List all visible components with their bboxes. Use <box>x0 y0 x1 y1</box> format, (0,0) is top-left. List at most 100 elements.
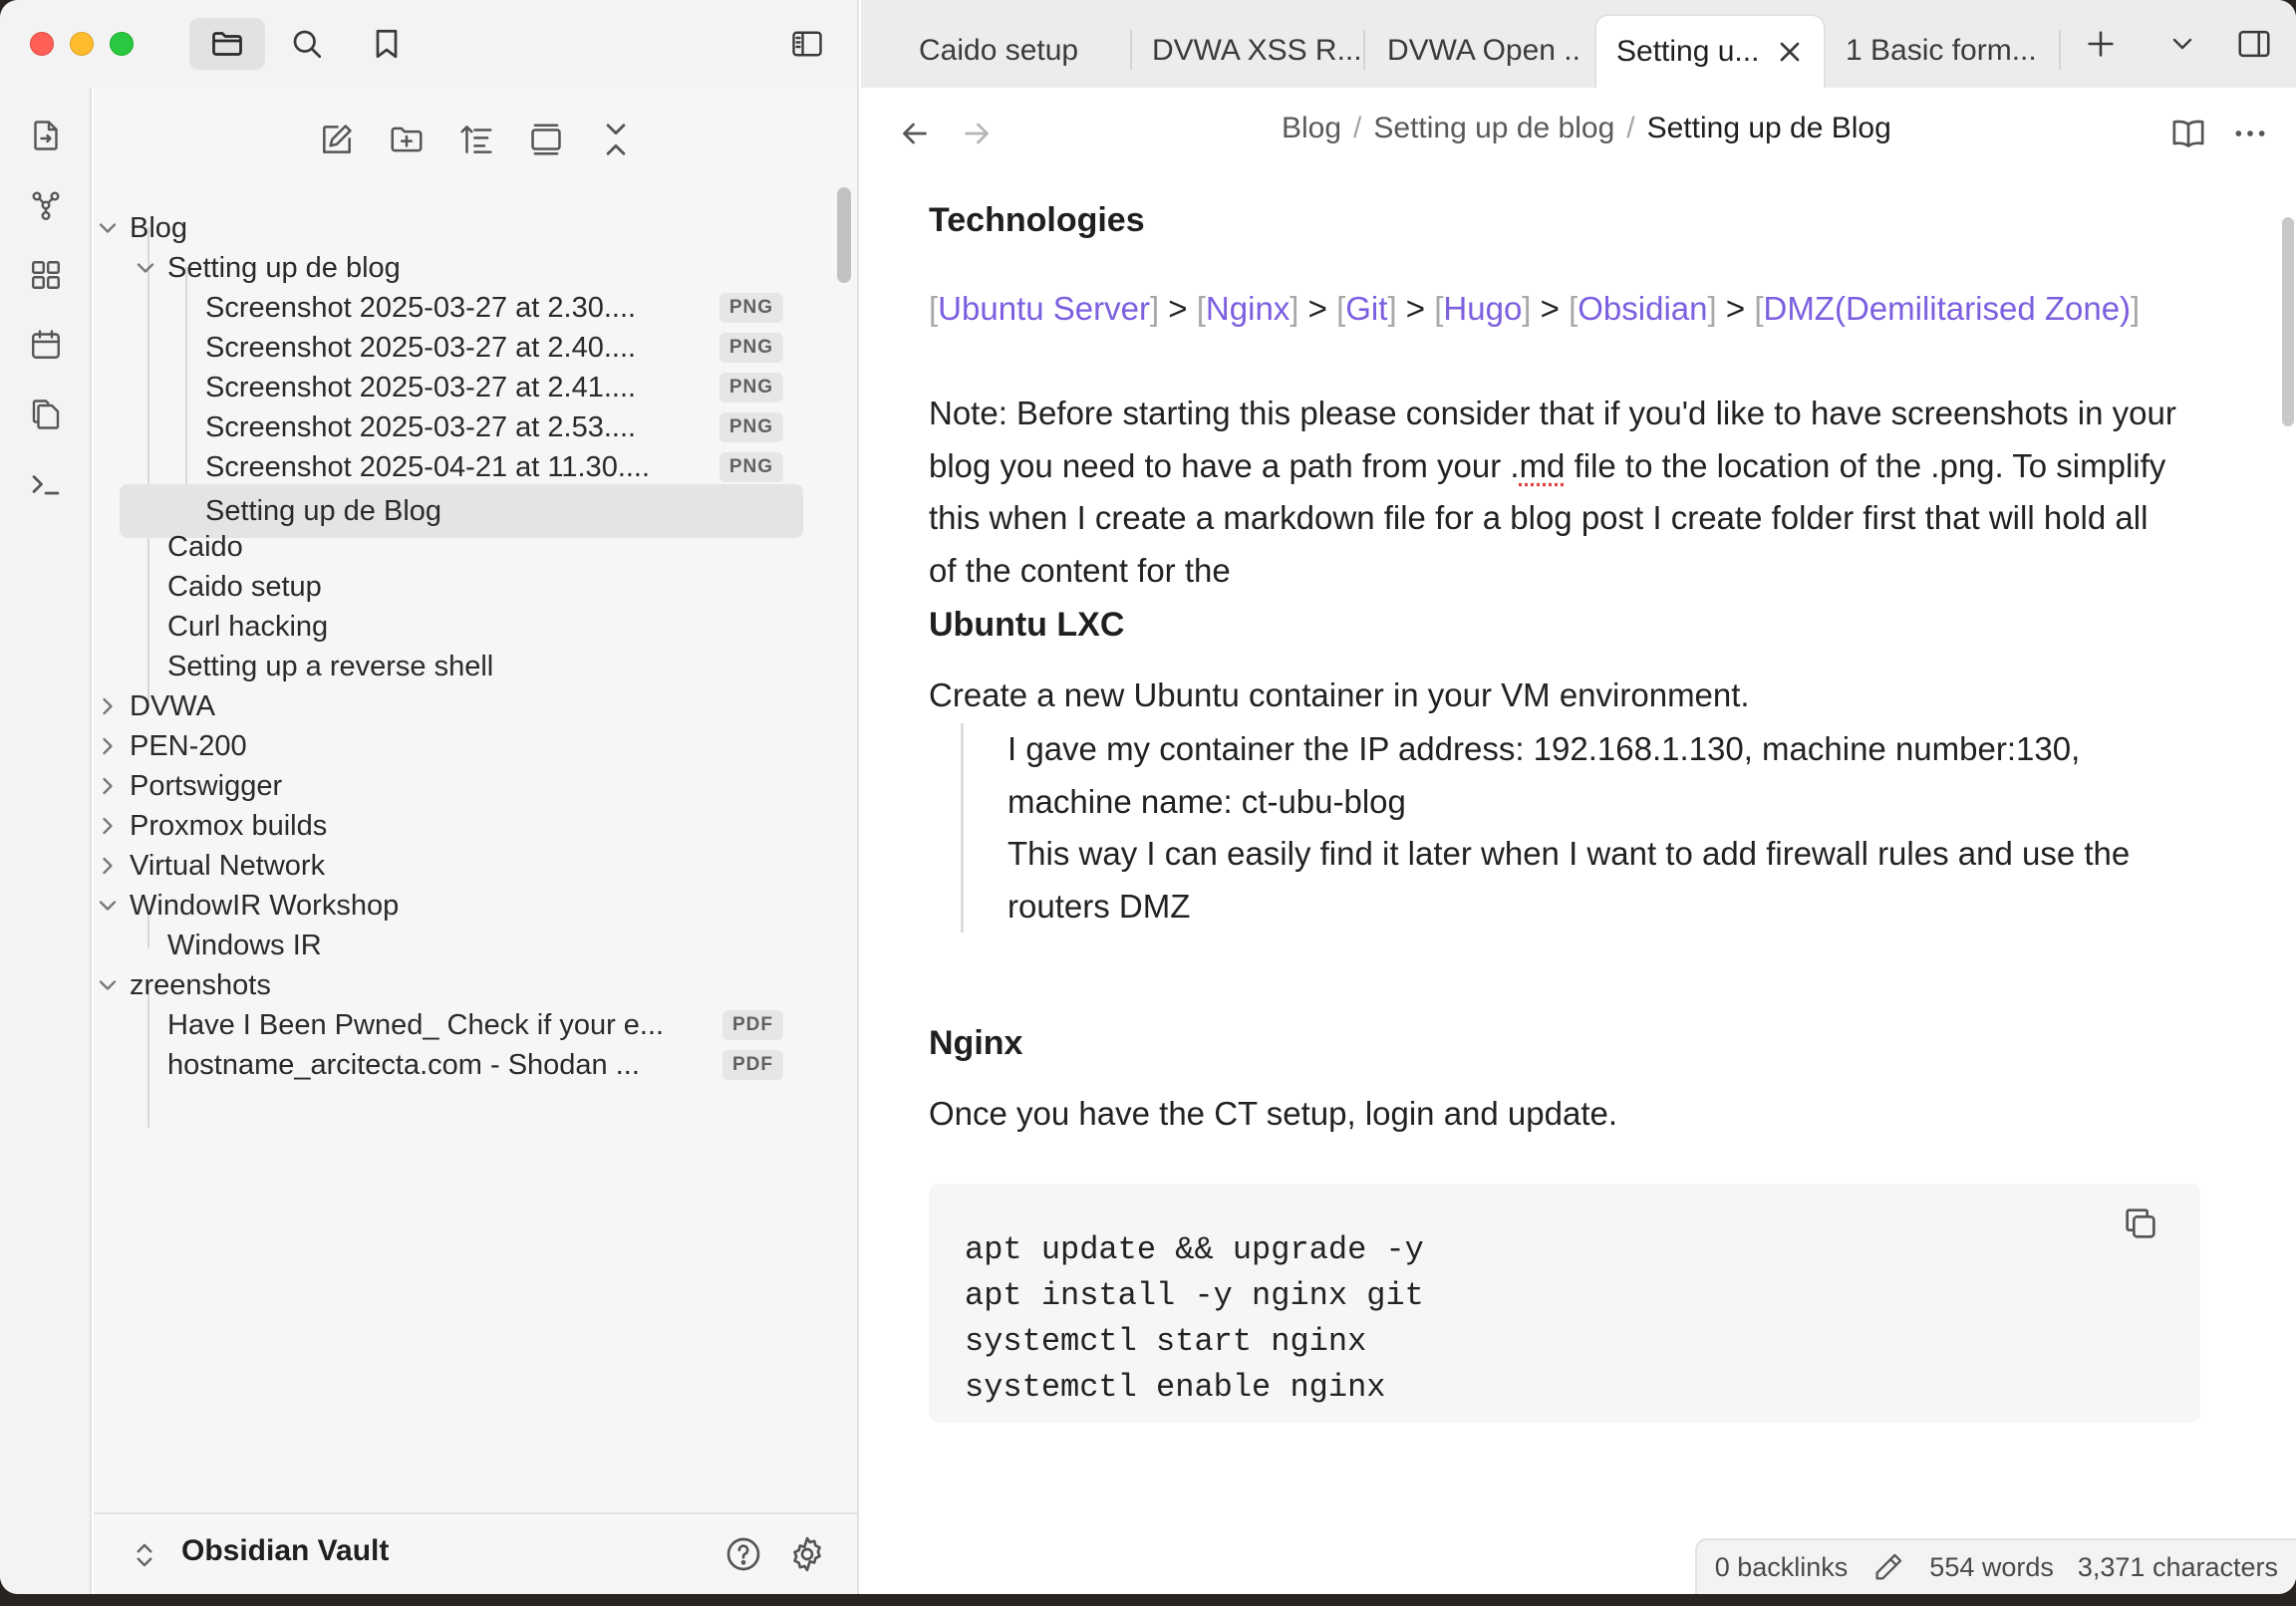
command-palette-button[interactable] <box>24 462 68 506</box>
folder-plus-icon <box>391 127 423 152</box>
editor-scrollbar[interactable] <box>2282 217 2294 426</box>
nginx-paragraph: Once you have the CT setup, login and up… <box>929 1095 1618 1132</box>
zoom-window-button[interactable] <box>110 32 134 56</box>
arrow-separator: > <box>1307 290 1327 327</box>
tab-dvwa-open[interactable]: DVWA Open ... <box>1365 14 1582 88</box>
link-nginx[interactable]: Nginx <box>1206 290 1290 327</box>
link-hugo[interactable]: Hugo <box>1443 290 1522 327</box>
vault-switcher[interactable]: Obsidian Vault <box>94 1512 857 1594</box>
arrow-separator: > <box>1168 290 1188 327</box>
chevron-right-icon <box>103 737 113 755</box>
chevron-right-icon <box>103 777 113 795</box>
search-view-button[interactable] <box>269 18 345 70</box>
templates-button[interactable] <box>24 393 68 436</box>
tab-list-button[interactable] <box>2160 22 2204 66</box>
tree-item-label: hostname_arcitecta.com - Shodan ... <box>167 1048 640 1081</box>
collapse-all-button[interactable] <box>588 112 644 167</box>
link-dmz[interactable]: DMZ(Demilitarised Zone) <box>1763 290 2131 327</box>
link-bracket: [ <box>1196 290 1206 327</box>
forward-arrow-icon[interactable] <box>959 116 995 151</box>
breadcrumb: Blog / Setting up de blog / Setting up d… <box>1282 112 1891 145</box>
backlinks-count[interactable]: 0 backlinks <box>1715 1552 1849 1583</box>
sort-order-button[interactable] <box>448 112 504 167</box>
folder-icon <box>212 32 242 56</box>
link-bracket: ] <box>1707 290 1717 327</box>
tree-file-shodan[interactable]: hostname_arcitecta.com - Shodan ... PDF <box>94 1036 831 1094</box>
tab-caido-setup[interactable]: Caido setup <box>861 14 1130 88</box>
right-sidebar-toggle-button[interactable] <box>2232 22 2276 66</box>
reading-view-icon[interactable] <box>2168 114 2208 153</box>
plus-icon <box>2088 31 2114 57</box>
breadcrumb-current[interactable]: Setting up de Blog <box>1647 112 1891 145</box>
back-arrow-icon[interactable] <box>897 116 933 151</box>
new-folder-button[interactable] <box>379 112 434 167</box>
code-line: systemctl start nginx <box>965 1323 1367 1360</box>
minimize-window-button[interactable] <box>70 32 94 56</box>
character-count: 3,371 characters <box>2077 1551 2278 1582</box>
close-window-button[interactable] <box>30 32 54 56</box>
file-type-badge: PNG <box>718 452 783 482</box>
new-tab-button[interactable] <box>2079 22 2123 66</box>
chevron-right-icon <box>103 857 113 875</box>
tab-dvwa-xss[interactable]: DVWA XSS R... <box>1132 14 1363 88</box>
gear-icon[interactable] <box>787 1534 827 1574</box>
chevron-down-icon <box>99 223 117 233</box>
terminal-icon <box>32 475 60 495</box>
tab-setting-up-blog[interactable]: Setting u... <box>1594 14 1826 88</box>
bookmark-icon <box>376 29 398 59</box>
calendar-icon <box>32 330 60 359</box>
tab-basic-form[interactable]: 1 Basic form... <box>1830 14 2043 88</box>
link-obsidian[interactable]: Obsidian <box>1578 290 1707 327</box>
sidebar-header <box>0 0 859 88</box>
code-line: apt update && upgrade -y <box>965 1231 1424 1268</box>
link-git[interactable]: Git <box>1345 290 1387 327</box>
file-tree: Blog Setting up de blog Screenshot 2025-… <box>94 187 831 1492</box>
pencil-icon[interactable] <box>1871 1550 1905 1584</box>
files-view-button[interactable] <box>189 18 265 70</box>
reveal-icon <box>531 124 561 155</box>
status-bar: 0 backlinks 554 words 3,371 characters <box>1694 1538 2296 1594</box>
heading-ubuntu-lxc: Ubuntu LXC <box>929 606 1125 644</box>
link-bracket: ] <box>1387 290 1397 327</box>
code-block[interactable]: apt update && upgrade -y apt install -y n… <box>929 1184 2200 1423</box>
link-ubuntu-server[interactable]: Ubuntu Server <box>938 290 1150 327</box>
blockquote: I gave my container the IP address: 192.… <box>961 723 2156 933</box>
spellcheck-word[interactable]: md <box>1520 447 1566 484</box>
obsidian-window: Caido setup DVWA XSS R... DVWA Open ... … <box>0 0 2296 1594</box>
auto-reveal-button[interactable] <box>518 112 574 167</box>
quote-line: This way I can easily find it later when… <box>1007 835 2131 925</box>
arrow-separator: > <box>1725 290 1746 327</box>
canvas-icon <box>32 261 60 289</box>
sidebar-scrollbar[interactable] <box>837 187 851 283</box>
copy-icon[interactable] <box>2121 1204 2160 1243</box>
link-bracket: [ <box>929 290 939 327</box>
canvas-button[interactable] <box>24 253 68 297</box>
collapse-sidebar-button[interactable] <box>769 18 845 70</box>
code-line: systemctl enable nginx <box>965 1369 1386 1406</box>
search-icon <box>293 30 322 59</box>
breadcrumb-item[interactable]: Setting up de blog <box>1373 112 1614 145</box>
close-tab-icon[interactable] <box>1774 36 1806 68</box>
chevron-down-icon <box>137 263 154 273</box>
chevron-right-icon <box>103 817 113 835</box>
link-bracket: ] <box>2131 290 2141 327</box>
editor-pane: Blog / Setting up de blog / Setting up d… <box>861 88 2296 1594</box>
chevron-down-icon <box>99 980 117 990</box>
quick-switcher-button[interactable] <box>24 114 68 157</box>
breadcrumb-item[interactable]: Blog <box>1282 112 1341 145</box>
chevron-up-down-icon <box>137 1543 152 1567</box>
help-icon[interactable] <box>723 1534 763 1574</box>
tab-divider <box>2059 30 2061 70</box>
chevron-down-icon <box>2172 38 2192 50</box>
sidebar-right-icon <box>2238 30 2270 58</box>
more-options-icon[interactable] <box>2230 114 2270 153</box>
daily-note-button[interactable] <box>24 323 68 367</box>
graph-view-button[interactable] <box>24 183 68 227</box>
new-note-button[interactable] <box>309 112 365 167</box>
quote-line: I gave my container the IP address: 192.… <box>1007 730 2081 820</box>
copy-files-icon <box>32 400 60 429</box>
view-header: Blog / Setting up de blog / Setting up d… <box>861 88 2296 177</box>
sort-icon <box>460 126 492 153</box>
ubuntu-paragraph: Create a new Ubuntu container in your VM… <box>929 676 1750 713</box>
bookmarks-view-button[interactable] <box>349 18 425 70</box>
